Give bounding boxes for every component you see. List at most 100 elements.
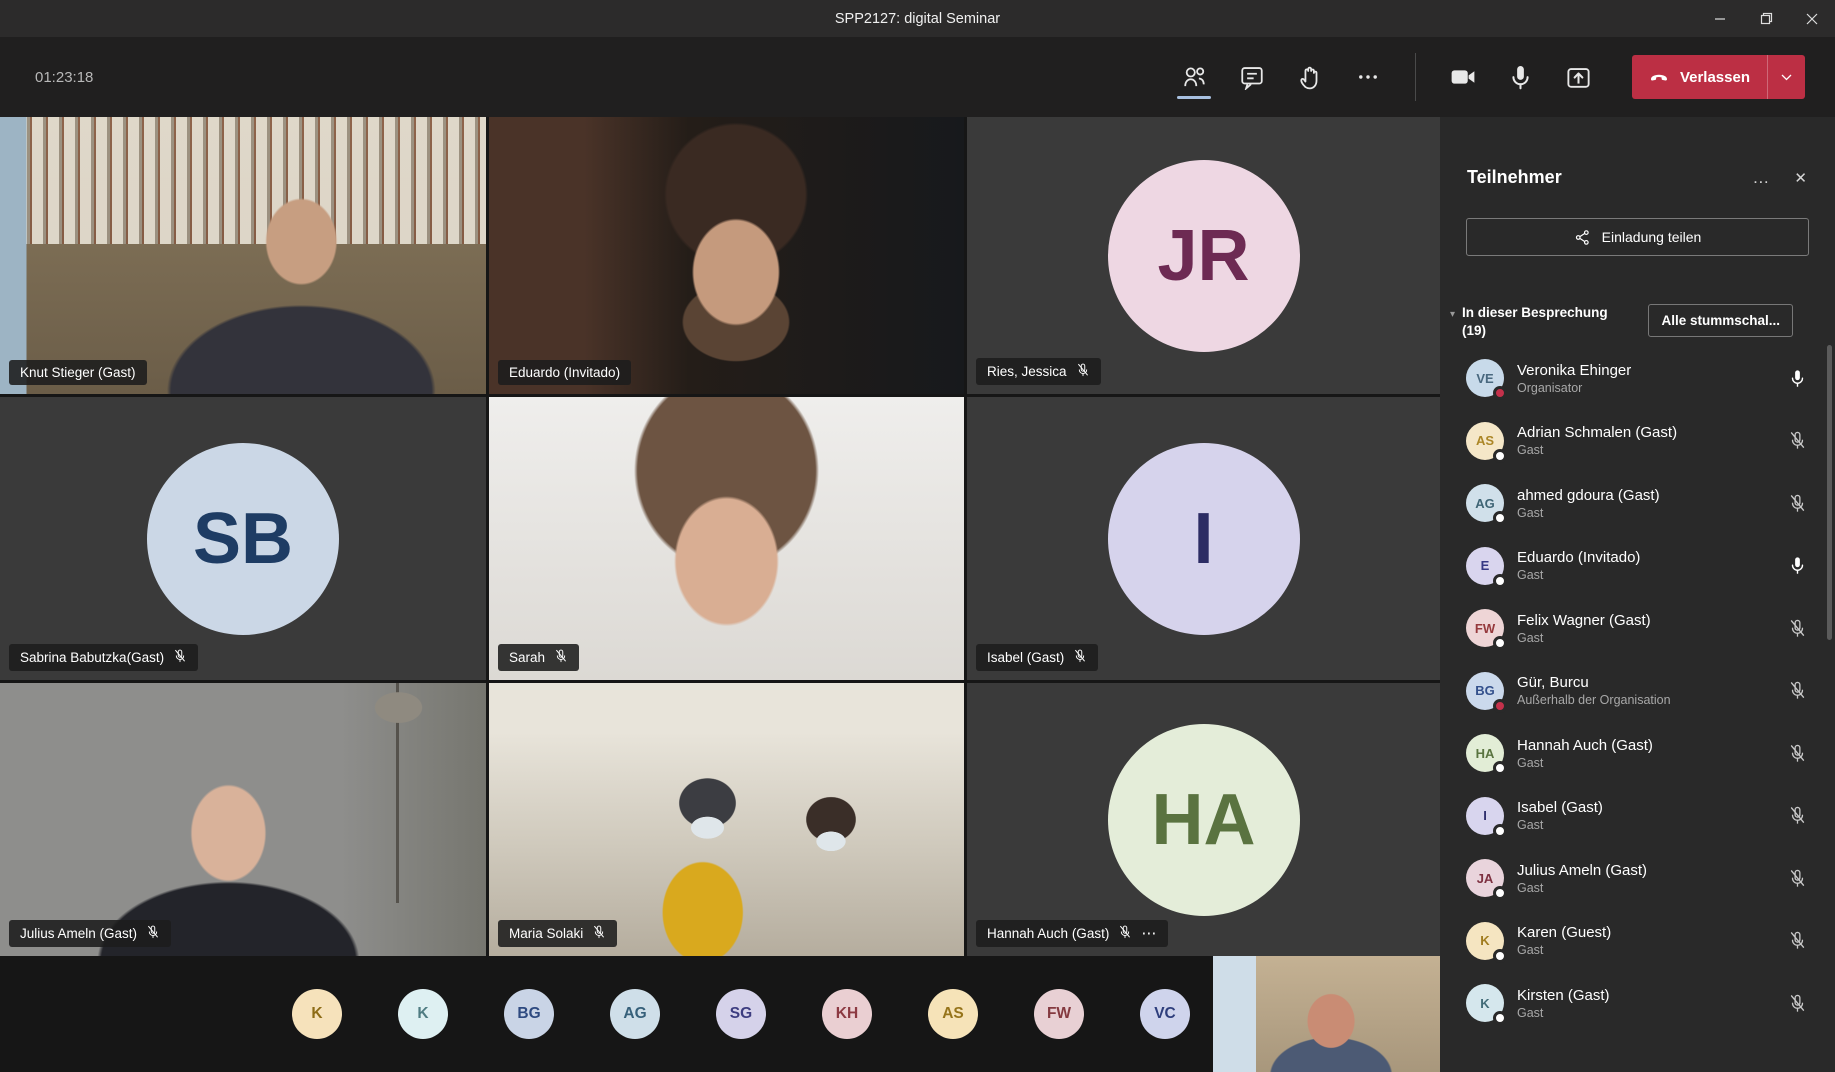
- participant-row[interactable]: I Isabel (Gast) Gast: [1440, 785, 1835, 848]
- restore-button[interactable]: [1743, 0, 1789, 37]
- share-invitation-button[interactable]: Einladung teilen: [1466, 218, 1809, 256]
- participant-row[interactable]: E Eduardo (Invitado) Gast: [1440, 535, 1835, 598]
- participant-name: Kirsten (Gast): [1517, 986, 1610, 1004]
- mute-all-button[interactable]: Alle stummschal...: [1648, 304, 1793, 337]
- participant-row[interactable]: K Kirsten (Gast) Gast: [1440, 972, 1835, 1035]
- raise-hand-icon: [1300, 66, 1318, 90]
- participant-row[interactable]: K Karen (Guest) Gast: [1440, 910, 1835, 973]
- toolbar-divider: [1414, 53, 1416, 101]
- mic-muted-icon[interactable]: [1788, 806, 1807, 825]
- video-tile-sarah[interactable]: Sarah: [489, 397, 964, 680]
- participant-name-tag: Ries, Jessica: [976, 358, 1101, 385]
- video-tile-jessica[interactable]: JR Ries, Jessica: [967, 117, 1440, 394]
- mic-muted-icon[interactable]: [1788, 494, 1807, 513]
- mic-muted-icon[interactable]: [1788, 994, 1807, 1013]
- close-button[interactable]: [1789, 0, 1835, 37]
- mic-on-icon[interactable]: [1788, 369, 1807, 388]
- presence-status-dot: [1493, 448, 1507, 463]
- video-feed: [489, 397, 964, 680]
- participant-avatar: JA: [1466, 859, 1507, 901]
- camera-toggle-button[interactable]: [1442, 55, 1484, 99]
- self-view-video[interactable]: [1213, 956, 1440, 1072]
- mic-muted-icon[interactable]: [1788, 619, 1807, 638]
- panel-scrollbar[interactable]: [1827, 345, 1832, 640]
- participant-avatar: K: [1466, 921, 1507, 963]
- participant-text: Isabel (Gast) Gast: [1517, 799, 1603, 832]
- participant-name: Karen (Guest): [1517, 924, 1612, 942]
- video-tile-maria[interactable]: Maria Solaki: [489, 683, 964, 956]
- overflow-avatar[interactable]: AG: [610, 989, 660, 1039]
- overflow-avatar[interactable]: K: [292, 989, 342, 1039]
- minimize-button[interactable]: [1697, 0, 1743, 37]
- mic-muted-icon: [1076, 363, 1090, 380]
- toolbar-actions: Verlassen: [1173, 53, 1805, 101]
- avatar-initials: SB: [147, 442, 339, 635]
- video-stage: Knut Stieger (Gast) Eduardo (Invitado) JR R…: [0, 117, 1440, 1072]
- leave-button[interactable]: Verlassen: [1631, 55, 1805, 99]
- participant-row[interactable]: FW Felix Wagner (Gast) Gast: [1440, 597, 1835, 660]
- leave-options-dropdown[interactable]: [1767, 55, 1805, 99]
- name-label: Ries, Jessica: [987, 364, 1067, 379]
- video-tile-hannah[interactable]: HA Hannah Auch (Gast) ⋯: [967, 683, 1440, 956]
- participant-initials: JA: [1476, 870, 1494, 886]
- participant-avatar: BG: [1466, 671, 1507, 713]
- name-label: Hannah Auch (Gast): [987, 926, 1110, 941]
- mic-muted-icon[interactable]: [1788, 431, 1807, 450]
- chat-button[interactable]: [1231, 55, 1273, 99]
- participant-row[interactable]: AG ahmed gdoura (Gast) Gast: [1440, 472, 1835, 535]
- close-icon: [1806, 13, 1818, 24]
- name-label: Sarah: [509, 650, 546, 665]
- mic-toggle-button[interactable]: [1500, 55, 1542, 99]
- mic-muted-icon[interactable]: [1788, 681, 1807, 700]
- video-tile-isabel[interactable]: I Isabel (Gast): [967, 397, 1440, 680]
- video-tile-knut[interactable]: Knut Stieger (Gast): [0, 117, 486, 394]
- overflow-avatar[interactable]: FW: [1034, 989, 1084, 1039]
- participant-row[interactable]: HA Hannah Auch (Gast) Gast: [1440, 722, 1835, 785]
- participant-role: Gast: [1517, 443, 1544, 458]
- tile-more-options-icon[interactable]: ⋯: [1141, 926, 1157, 941]
- participant-role: Gast: [1517, 630, 1544, 645]
- participant-initials: VE: [1476, 370, 1494, 386]
- overflow-avatar[interactable]: AS: [928, 989, 978, 1039]
- video-tile-sabrina[interactable]: SB Sabrina Babutzka(Gast): [0, 397, 486, 680]
- video-tile-eduardo[interactable]: Eduardo (Invitado): [489, 117, 964, 394]
- minimize-icon: [1715, 17, 1725, 20]
- overflow-avatar[interactable]: VC: [1140, 989, 1190, 1039]
- participant-row[interactable]: AS Adrian Schmalen (Gast) Gast: [1440, 410, 1835, 473]
- participant-avatar: HA: [1466, 734, 1507, 776]
- overflow-avatar[interactable]: K: [398, 989, 448, 1039]
- mic-on-icon[interactable]: [1788, 556, 1807, 575]
- overflow-avatar[interactable]: KH: [822, 989, 872, 1039]
- raise-hand-button[interactable]: [1289, 55, 1331, 99]
- show-participants-button[interactable]: [1173, 55, 1215, 99]
- participant-avatar: AS: [1466, 421, 1507, 463]
- avatar-initials: I: [1107, 442, 1300, 635]
- mic-muted-icon[interactable]: [1788, 931, 1807, 950]
- mic-muted-icon: [1118, 925, 1132, 942]
- participants-panel: Teilnehmer … ✕ Einladung teilen ▾ In die…: [1440, 117, 1835, 1072]
- share-screen-button[interactable]: [1558, 55, 1600, 99]
- overflow-avatar[interactable]: SG: [716, 989, 766, 1039]
- participant-initials: E: [1480, 558, 1490, 574]
- more-options-button[interactable]: [1347, 55, 1389, 99]
- name-label: Knut Stieger (Gast): [20, 365, 136, 380]
- panel-close-icon[interactable]: ✕: [1794, 169, 1807, 187]
- participant-text: ahmed gdoura (Gast) Gast: [1517, 487, 1660, 520]
- participant-role: Organisator: [1517, 380, 1583, 395]
- overflow-participant-avatars: K K BG AG SG KH AS FW VC: [292, 989, 1190, 1039]
- overflow-avatar[interactable]: BG: [504, 989, 554, 1039]
- meeting-timer: 01:23:18: [35, 68, 94, 86]
- collapse-caret-icon[interactable]: ▾: [1450, 309, 1455, 320]
- leave-button-main[interactable]: Verlassen: [1632, 55, 1767, 99]
- mic-muted-icon: [592, 925, 606, 942]
- video-feed: [489, 117, 964, 394]
- participant-row[interactable]: JA Julius Ameln (Gast) Gast: [1440, 847, 1835, 910]
- mic-muted-icon[interactable]: [1788, 744, 1807, 763]
- presence-status-dot: [1493, 823, 1507, 838]
- video-tile-julius[interactable]: Julius Ameln (Gast): [0, 683, 486, 956]
- mic-muted-icon[interactable]: [1788, 869, 1807, 888]
- panel-more-icon[interactable]: …: [1752, 169, 1770, 186]
- participant-initials: FW: [1474, 620, 1496, 636]
- participant-row[interactable]: VE Veronika Ehinger Organisator: [1440, 347, 1835, 410]
- participant-row[interactable]: BG Gür, Burcu Außerhalb der Organisation: [1440, 660, 1835, 723]
